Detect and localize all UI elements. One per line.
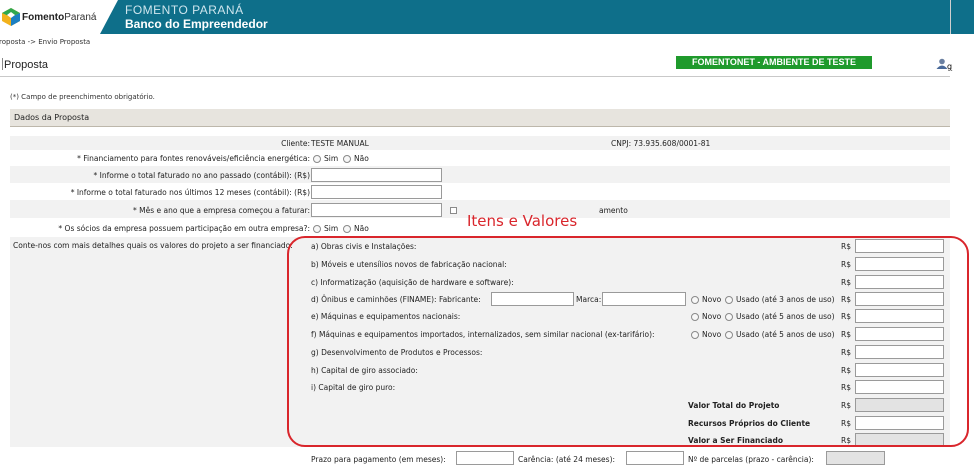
renewable-no-radio[interactable]: [343, 155, 351, 163]
required-note: (*) Campo de preenchimento obrigatório.: [10, 93, 155, 101]
header-subtitle: Banco do Empreendedor: [125, 17, 268, 31]
logo-text: FomentoParaná: [22, 12, 97, 23]
environment-badge: FOMENTONET - AMBIENTE DE TESTE: [676, 56, 872, 69]
divider: [2, 58, 3, 70]
client-value: TESTE MANUAL: [311, 139, 369, 148]
divider: [950, 0, 951, 34]
cnpj: CNPJ: 73.935.608/0001-81: [611, 139, 711, 148]
section-title: Dados da Proposta: [14, 113, 90, 122]
partners-label: * Os sócios da empresa possuem participa…: [58, 224, 310, 233]
annotation-label: Itens e Valores: [467, 212, 578, 230]
term-input[interactable]: [456, 451, 514, 465]
form-row: [10, 136, 950, 150]
revenue-12-months-input[interactable]: [311, 185, 442, 199]
revenue-last-year-input[interactable]: [311, 168, 442, 182]
project-details-label: Conte-nos com mais detalhes quais os val…: [13, 241, 293, 250]
fomento-logo-icon: [2, 8, 20, 26]
radio-label: Não: [354, 154, 369, 163]
billing-start-input[interactable]: [311, 203, 442, 217]
client-label: Cliente:: [281, 139, 310, 148]
revenue-12-months-label: * Informe o total faturado nos últimos 1…: [70, 188, 310, 197]
divider: [0, 76, 950, 77]
user-link[interactable]: g: [947, 62, 952, 71]
radio-label: Não: [354, 224, 369, 233]
grace-label: Carência: (até 24 meses):: [518, 455, 616, 464]
billing-start-label: * Mês e ano que a empresa começou a fatu…: [133, 206, 310, 215]
billing-checkbox[interactable]: [450, 207, 457, 214]
annotation-highlight: [287, 236, 969, 447]
renewable-label: * Financiamento para fontes renováveis/e…: [77, 154, 310, 163]
partners-no-radio[interactable]: [343, 225, 351, 233]
radio-label: Sim: [324, 224, 339, 233]
revenue-last-year-label: * Informe o total faturado no ano passad…: [93, 171, 310, 180]
term-label: Prazo para pagamento (em meses):: [311, 455, 446, 464]
grace-input[interactable]: [626, 451, 684, 465]
radio-label: Sim: [324, 154, 339, 163]
section-header: [10, 109, 950, 127]
partners-yes-radio[interactable]: [313, 225, 321, 233]
billing-checkbox-label: amento: [599, 206, 628, 215]
header-title: FOMENTO PARANÁ: [125, 3, 244, 17]
renewable-yes-radio[interactable]: [313, 155, 321, 163]
page-title: Proposta: [4, 59, 49, 71]
installments-label: Nº de parcelas (prazo - carência):: [688, 455, 814, 464]
breadcrumb[interactable]: roposta -> Envio Proposta: [0, 38, 90, 46]
installments-input: [826, 451, 885, 465]
